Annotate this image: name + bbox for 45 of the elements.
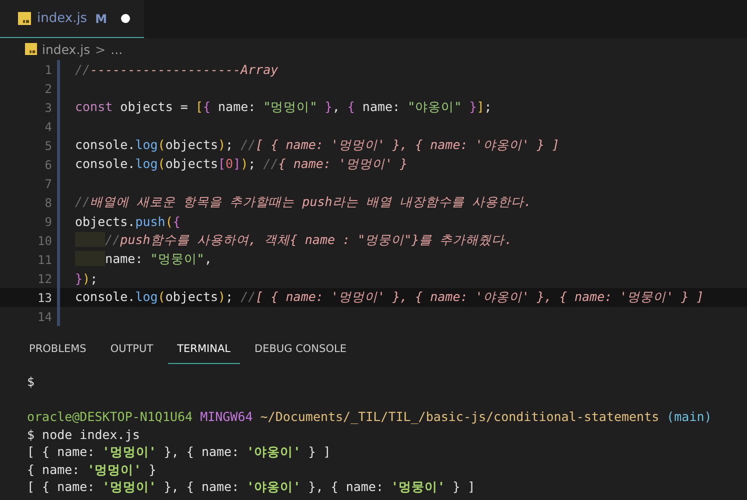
line-number: 3 (44, 100, 52, 114)
breadcrumb-separator: > (95, 42, 106, 56)
panel-tab[interactable]: OUTPUT (101, 337, 162, 364)
terminal-line: { name: '멍멍이' } (27, 462, 156, 478)
line-number: 14 (36, 310, 52, 324)
line-number: 11 (36, 252, 52, 266)
code-line: console.log(objects); //[ { name: '멍멍이' }, { name: '야옹이' }, { name: '멍뭉이' } ] (75, 289, 704, 306)
panel-tab[interactable]: PROBLEMS (20, 337, 96, 364)
line-number: 12 (36, 272, 52, 286)
code-line: //--------------------Array (75, 62, 278, 77)
modified-label: M (95, 12, 108, 26)
breadcrumb-item[interactable]: ... (110, 42, 123, 56)
code-line: console.log(objects); //[ { name: '멍멍이' }, { name: '야옹이' } ] (75, 137, 560, 154)
terminal-git-branch: (main) (666, 409, 712, 426)
line-number: 10 (36, 234, 52, 248)
code-line: //배열에 새로운 항목을 추가할때는 push라는 배열 내장함수를 사용한다. (75, 194, 532, 211)
line-number: 7 (44, 176, 52, 190)
code-line: console.log(objects[0]); //{ name: '멍멍이' } (75, 156, 408, 173)
panel-tab[interactable]: DEBUG CONSOLE (246, 337, 356, 364)
line-number: 6 (44, 158, 52, 172)
terminal-line: [ { name: '멍멍이' }, { name: '야옹이' } ] (27, 444, 331, 461)
line-number: 8 (44, 196, 52, 210)
code-line: }); (75, 271, 98, 286)
line-number: 5 (44, 138, 52, 152)
terminal-line: $ node index.js (27, 426, 140, 444)
terminal-line: [ { name: '멍멍이' }, { name: '야옹이' }, { name: '멍뭉이' } ] (27, 479, 476, 496)
code-line: //push함수를 사용하여, 객체{ name : "멍뭉이"}를 추가해줬다. (75, 232, 512, 249)
terminal-shell-label: MINGW64 (200, 409, 253, 426)
terminal-path: ~/Documents/_TIL/TIL_/basic-js/conditional-statements (260, 409, 660, 426)
javascript-file-icon (25, 43, 37, 55)
terminal-line: $ (27, 374, 35, 391)
line-number: 2 (44, 82, 52, 96)
unsaved-dot-icon[interactable] (121, 14, 130, 23)
code-line: name: "멍뭉이", (75, 251, 212, 268)
line-number: 9 (44, 214, 52, 228)
code-line: const objects = [{ name: "멍멍이" }, { name: "야옹이" }]; (75, 99, 492, 116)
line-number: 13 (36, 290, 52, 304)
line-number: 1 (44, 62, 52, 76)
breadcrumb-item[interactable]: index.js (42, 42, 90, 56)
editor-tab[interactable]: index.js M (0, 0, 144, 38)
javascript-file-icon (18, 12, 31, 25)
panel-tab[interactable]: TERMINAL (168, 337, 240, 364)
terminal-user-host: oracle@DESKTOP-N1Q1U64 (27, 409, 193, 426)
code-line: objects.push({ (75, 214, 180, 229)
line-number: 4 (44, 120, 52, 134)
